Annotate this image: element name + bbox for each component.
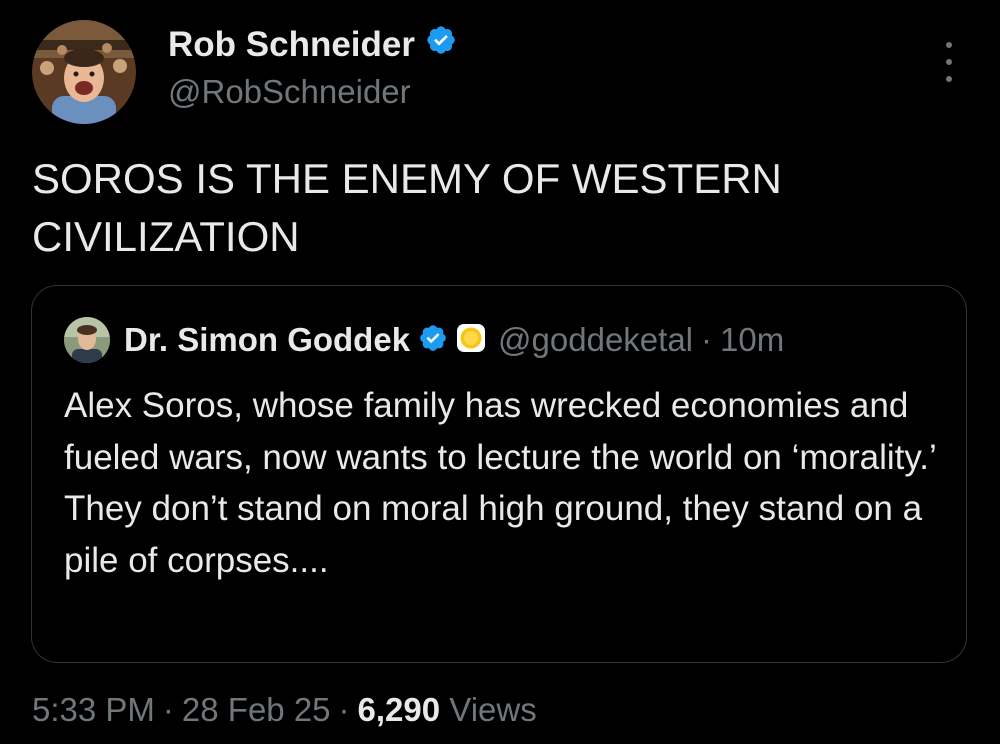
views-label: Views (449, 691, 537, 728)
more-dot (946, 42, 952, 48)
tweet-date[interactable]: 28 Feb 25 (182, 691, 331, 728)
author-display-name[interactable]: Rob Schneider (168, 24, 457, 65)
views-count[interactable]: 6,290 (358, 691, 441, 728)
quoted-author-handle[interactable]: @goddeketal (498, 321, 693, 359)
more-dot (946, 76, 952, 82)
quoted-author-avatar[interactable] (64, 317, 110, 363)
author-avatar[interactable] (32, 20, 136, 124)
quoted-tweet-header: Dr. Simon Goddek @goddeketal · 10m (64, 316, 784, 364)
verified-badge-icon[interactable] (418, 323, 448, 358)
author-handle[interactable]: @RobSchneider (168, 72, 411, 112)
author-name-text[interactable]: Rob Schneider (168, 25, 415, 65)
gold-coin-badge-icon[interactable] (456, 323, 486, 358)
quoted-author-display-name[interactable]: Dr. Simon Goddek (124, 321, 410, 359)
separator-dot: · (162, 691, 174, 728)
quoted-tweet-time[interactable]: 10m (720, 321, 784, 359)
tweet-text: SOROS IS THE ENEMY OF WESTERN CIVILIZATI… (32, 155, 782, 260)
tweet-meta: 5:33 PM · 28 Feb 25 · 6,290 Views (32, 688, 537, 732)
separator-dot: · (338, 691, 350, 728)
quoted-tweet-text: Alex Soros, whose family has wrecked eco… (64, 386, 936, 580)
more-options-icon[interactable] (935, 42, 963, 82)
quoted-tweet-card[interactable]: Dr. Simon Goddek @goddeketal · 10m Alex … (31, 285, 967, 663)
more-dot (946, 59, 952, 65)
verified-badge-icon[interactable] (425, 24, 457, 65)
tweet-time[interactable]: 5:33 PM (32, 691, 155, 728)
separator-dot: · (701, 321, 713, 358)
